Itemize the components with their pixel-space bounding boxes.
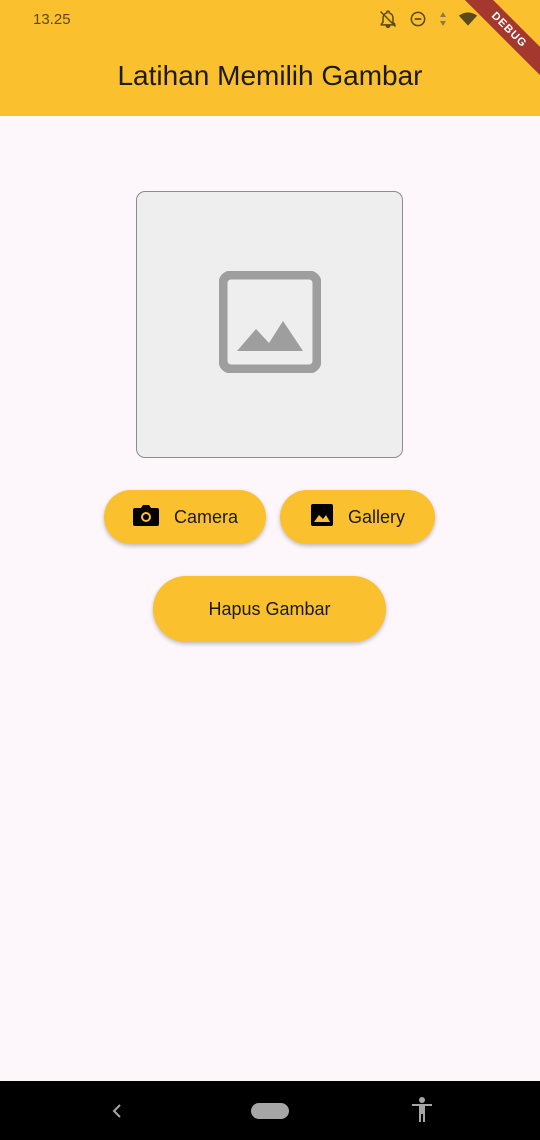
gallery-button-label: Gallery <box>347 506 405 527</box>
camera-button-label: Camera <box>173 506 239 527</box>
accessibility-icon[interactable] <box>410 1097 434 1128</box>
hapus-gambar-button[interactable]: Hapus Gambar <box>153 576 386 642</box>
status-time: 13.25 <box>33 11 71 28</box>
image-placeholder-icon <box>218 270 321 378</box>
system-nav-bar <box>0 1081 540 1140</box>
app-bar: 13.25 Latihan Memilih Gambar DEBUG <box>0 0 540 116</box>
gallery-icon <box>310 503 334 532</box>
notifications-off-icon <box>378 9 398 29</box>
do-not-disturb-icon <box>408 9 428 29</box>
data-arrows-icon <box>438 9 448 29</box>
status-icons <box>378 9 478 29</box>
camera-icon <box>132 503 160 532</box>
wifi-icon <box>458 9 478 29</box>
image-preview <box>136 191 403 458</box>
page-title: Latihan Memilih Gambar <box>117 60 423 91</box>
gallery-button[interactable]: Gallery <box>280 490 435 544</box>
back-icon[interactable] <box>110 1101 124 1126</box>
camera-button[interactable]: Camera <box>104 490 266 544</box>
hapus-gambar-button-label: Hapus Gambar <box>208 598 331 619</box>
home-pill[interactable] <box>251 1103 289 1119</box>
